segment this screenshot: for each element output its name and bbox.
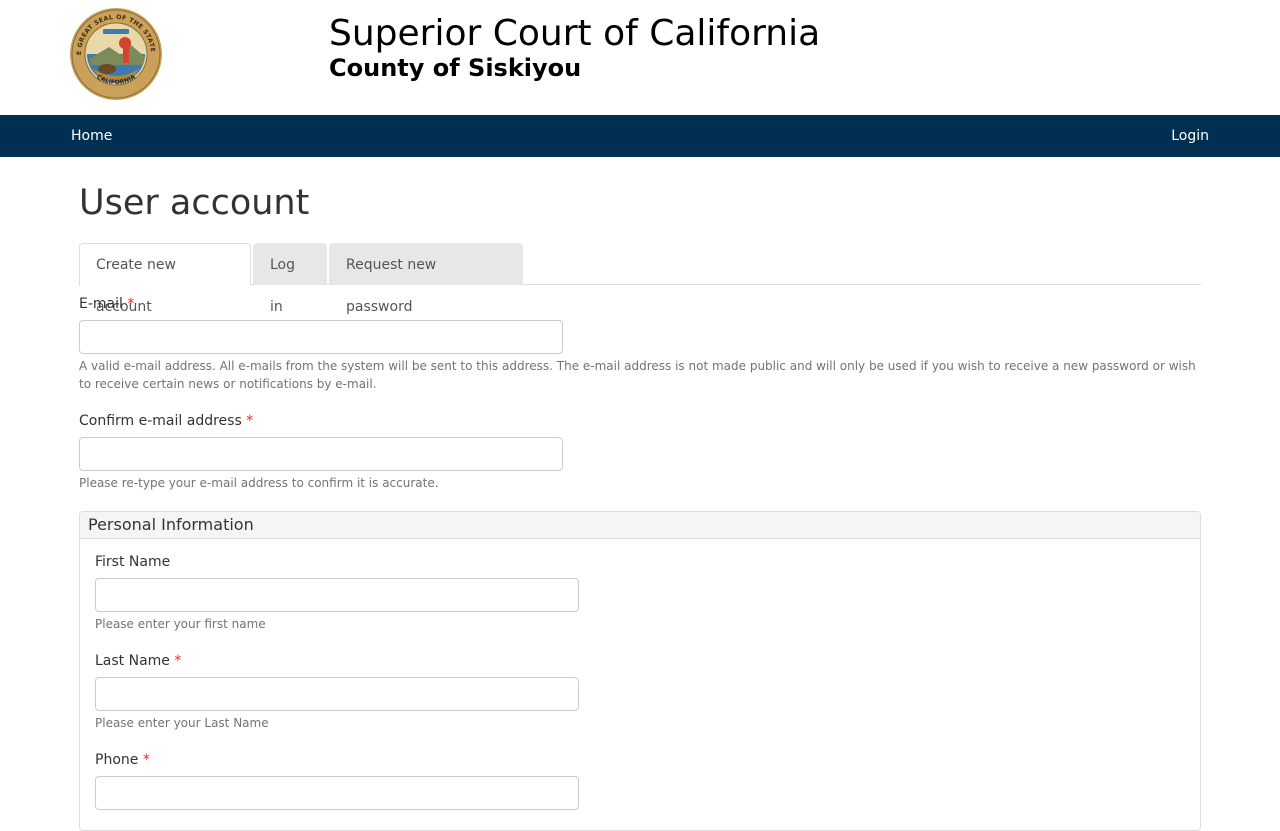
first-name-label-text: First Name (95, 554, 171, 570)
first-name-input[interactable] (95, 578, 579, 612)
tab-request-new-password[interactable]: Request new password (329, 243, 523, 315)
last-name-help-text: Please enter your Last Name (95, 716, 269, 730)
confirm-email-label: Confirm e-mail address * (79, 413, 253, 429)
account-tabs: Create new account Log in Request new pa… (79, 243, 1201, 315)
required-marker: * (246, 413, 254, 429)
first-name-help-text: Please enter your first name (95, 617, 266, 631)
site-title: Superior Court of California (329, 13, 821, 54)
personal-information-fieldset: Personal Information First Name Please e… (79, 511, 1201, 831)
phone-label-text: Phone (95, 752, 139, 768)
confirm-email-help-text: Please re-type your e-mail address to co… (79, 476, 439, 490)
california-seal-logo[interactable]: THE GREAT SEAL OF THE STATE OF CALIFORNI… (69, 7, 163, 101)
nav-home-link[interactable]: Home (71, 115, 112, 157)
site-header: THE GREAT SEAL OF THE STATE OF CALIFORNI… (0, 0, 1280, 115)
confirm-email-label-text: Confirm e-mail address (79, 413, 242, 429)
tab-log-in[interactable]: Log in (253, 243, 327, 315)
last-name-label: Last Name * (95, 653, 181, 669)
last-name-label-text: Last Name (95, 653, 170, 669)
first-name-label: First Name (95, 554, 170, 570)
confirm-email-input[interactable] (79, 437, 563, 471)
email-label: E-mail * (79, 296, 134, 312)
email-help-text: A valid e-mail address. All e-mails from… (79, 359, 1196, 391)
personal-information-legend: Personal Information (80, 512, 1200, 539)
email-input[interactable] (79, 320, 563, 354)
tab-create-new-account[interactable]: Create new account (79, 243, 251, 315)
required-marker: * (127, 296, 135, 312)
phone-input[interactable] (95, 776, 579, 810)
required-marker: * (174, 653, 182, 669)
email-label-text: E-mail (79, 296, 123, 312)
page-title: User account (79, 183, 310, 223)
last-name-input[interactable] (95, 677, 579, 711)
main-navbar: Home Login (0, 115, 1280, 157)
phone-label: Phone * (95, 752, 150, 768)
nav-login-link[interactable]: Login (1171, 115, 1209, 157)
required-marker: * (142, 752, 150, 768)
site-subtitle: County of Siskiyou (329, 54, 582, 82)
